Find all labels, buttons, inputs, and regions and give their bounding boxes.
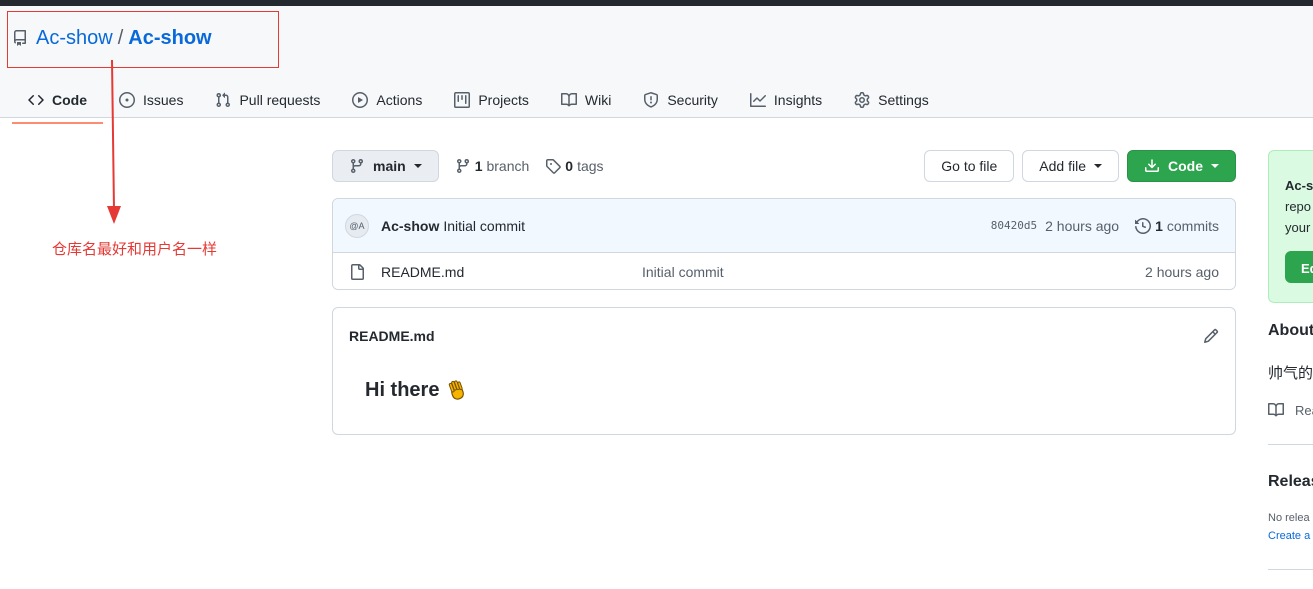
annotation-highlight-box [7,11,279,68]
tab-label: Actions [376,92,423,108]
about-description: 帅气的 [1268,364,1313,382]
tag-count-label: tags [577,158,604,174]
graph-icon [749,92,766,108]
branch-toolbar: main 1 branch 0 tags Go to file Add file… [332,150,1236,182]
branch-icon [455,158,471,174]
chevron-down-icon [1094,164,1102,168]
tab-pull-requests[interactable]: Pull requests [199,76,336,124]
pencil-icon[interactable] [1203,328,1219,344]
tab-label: Issues [143,92,184,108]
tag-count: 0 [565,158,574,174]
tab-actions[interactable]: Actions [336,76,438,124]
project-icon [454,92,471,108]
repo-nav-tabs: Code Issues Pull requests Actions Projec… [12,76,945,124]
readme-header: README.md [333,308,1235,364]
gear-icon [854,92,870,108]
commit-count-label: commits [1166,217,1219,234]
readme-heading: Hi there [365,378,440,401]
tab-label: Insights [773,92,823,108]
divider [1268,569,1313,570]
file-browser: @A Ac-show Initial commit 80420d5 2 hour… [332,198,1236,290]
file-icon [349,263,365,280]
branch-name: main [373,158,406,174]
add-file-button[interactable]: Add file [1022,150,1119,182]
tab-label: Pull requests [239,92,321,108]
add-file-label: Add file [1039,158,1086,174]
tab-label: Settings [878,92,929,108]
releases-empty-text: No relea [1268,512,1310,524]
releases-heading[interactable]: Releas [1268,473,1313,491]
repo-sidebar: Ac-s repo your Ed About 帅气的 Rea Releas N… [1268,150,1313,589]
readme-title: README.md [349,328,435,344]
list-item: README.md Initial commit 2 hours ago [333,253,1235,289]
tab-label: Wiki [584,92,612,108]
tab-projects[interactable]: Projects [438,76,545,124]
commit-history-link[interactable]: 1 commits [1135,218,1219,234]
history-icon [1135,217,1152,234]
tags-link[interactable]: 0 tags [545,158,604,174]
waving-hand-icon [445,378,469,402]
tab-security[interactable]: Security [627,76,734,124]
download-icon [1144,158,1160,174]
tag-icon [545,158,562,174]
book-icon [560,92,577,108]
commit-message-link[interactable]: Initial commit [443,218,525,234]
tab-label: Code [52,92,87,108]
tab-wiki[interactable]: Wiki [545,76,627,124]
branches-link[interactable]: 1 branch [455,158,530,174]
branch-count: 1 [474,158,483,174]
latest-commit-bar: @A Ac-show Initial commit 80420d5 2 hour… [333,199,1235,253]
annotation-arrow [107,60,121,224]
chevron-down-icon [1211,164,1219,168]
chevron-down-icon [413,164,422,168]
file-commit-message-link[interactable]: Initial commit [642,264,724,280]
commit-sha-link[interactable]: 80420d5 [991,219,1037,232]
readme-content: Hi there [333,364,1235,416]
commit-count: 1 [1155,217,1163,234]
readme-link-label: Rea [1295,402,1313,418]
file-commit-time: 2 hours ago [1145,263,1219,280]
code-icon [28,92,44,108]
avatar[interactable]: @A [345,213,369,238]
promo-title: Ac-s [1285,178,1313,193]
about-heading: About [1268,322,1313,339]
annotation-note: 仓库名最好和用户名一样 [52,240,218,258]
go-to-file-button[interactable]: Go to file [924,150,1015,182]
readme-link[interactable]: Rea [1268,402,1313,418]
pull-request-icon [215,92,231,108]
book-icon [1268,402,1284,418]
promo-text-line: your [1285,220,1311,235]
code-download-button[interactable]: Code [1127,150,1236,182]
commit-meta: 80420d5 2 hours ago 1 commits [991,218,1219,234]
branch-count-label: branch [486,158,530,174]
play-icon [352,92,369,108]
shield-icon [643,92,659,108]
file-actions: Go to file Add file Code [924,150,1236,182]
edit-readme-button[interactable]: Ed [1285,251,1313,283]
promo-text-line: repo [1285,199,1312,214]
tab-label: Security [667,92,718,108]
divider [1268,444,1313,445]
tab-code[interactable]: Code [12,76,103,124]
tab-settings[interactable]: Settings [838,76,945,124]
readme-promo-box: Ac-s repo your Ed [1268,150,1313,303]
commit-author-link[interactable]: Ac-show [381,218,439,234]
tab-label: Projects [478,92,529,108]
code-button-label: Code [1168,158,1203,174]
readme-panel: README.md Hi there [332,307,1236,435]
file-name-link[interactable]: README.md [381,264,642,280]
create-release-link[interactable]: Create a [1268,530,1310,542]
branch-icon [349,158,365,174]
commit-time: 2 hours ago [1045,217,1120,234]
tab-insights[interactable]: Insights [734,76,838,124]
branch-select-button[interactable]: main [332,150,439,182]
